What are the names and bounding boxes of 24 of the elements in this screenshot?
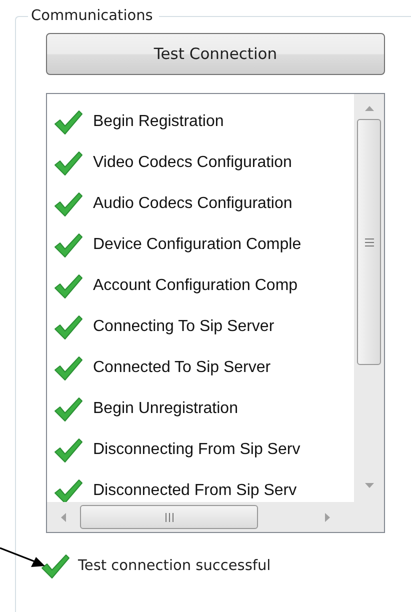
group-title: Communications [30,8,154,26]
log-entry: Device Configuration Comple [93,234,302,255]
log-entry: Account Configuration Comp [93,276,298,296]
log-entry: Video Codecs Configuration [93,152,292,173]
log-entry: Audio Codecs Configuration [93,194,292,214]
scroll-left-icon[interactable] [61,512,66,522]
log-entry: Begin Unregistration [93,398,238,419]
status-message: Test connection successful [78,556,271,576]
log-entry: Disconnecting From Sip Serv [93,440,300,460]
pointer-arrow [0,546,46,570]
horizontal-scrollbar[interactable] [47,502,354,532]
grip-icon [164,512,174,522]
grip-icon [364,238,374,247]
log-entry: Connecting To Sip Server [93,316,274,337]
test-connection-button[interactable]: Test Connection [46,33,385,76]
scrollbar-thumb[interactable] [357,119,381,366]
scroll-up-icon[interactable] [364,106,374,112]
scroll-down-icon[interactable] [364,483,374,488]
log-entry: Connected To Sip Server [93,358,271,378]
scrollbar-thumb[interactable] [80,505,258,530]
log-entry: Begin Registration [93,112,224,132]
log-entry: Disconnected From Sip Serv [93,480,297,501]
vertical-scrollbar[interactable] [354,94,384,502]
scroll-right-icon[interactable] [325,512,330,522]
